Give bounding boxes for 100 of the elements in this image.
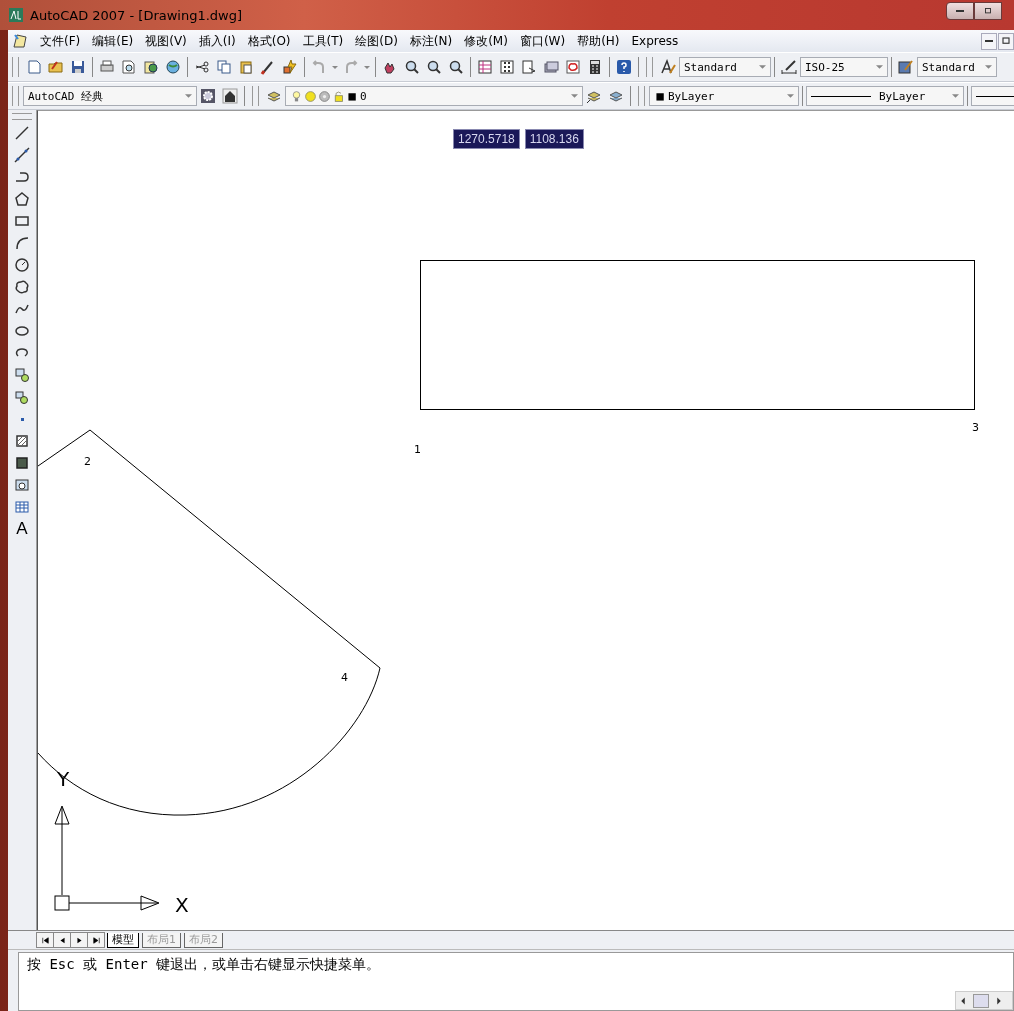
lineweight-sample-line	[976, 95, 1014, 97]
color-dropdown[interactable]: ByLayer	[649, 86, 799, 106]
polyline-icon[interactable]	[14, 169, 30, 185]
dimension-style-icon[interactable]	[781, 59, 797, 75]
shapes-group-icon[interactable]	[14, 389, 30, 405]
toolbar-grip[interactable]	[12, 86, 19, 106]
window-title: AutoCAD 2007 - [Drawing1.dwg]	[30, 7, 243, 23]
caret-icon[interactable]	[952, 94, 959, 98]
globe-page-icon[interactable]	[143, 59, 159, 75]
caret-icon[interactable]	[332, 65, 338, 69]
caret-icon[interactable]	[876, 65, 883, 69]
menu-item[interactable]: 工具(T)	[296, 32, 350, 50]
ellipse-icon[interactable]	[14, 323, 30, 339]
hatch-icon[interactable]	[14, 433, 30, 449]
command-prompt-text: 按 Esc 或 Enter 键退出，或单击右键显示快捷菜单。	[26, 955, 382, 974]
menu-item[interactable]: 标注(N)	[403, 32, 459, 50]
document-restore-button[interactable]	[998, 32, 1014, 50]
point-label: 2	[84, 455, 91, 468]
maximize-button[interactable]	[974, 2, 1002, 20]
zoom-icon[interactable]	[426, 59, 442, 75]
menu-item[interactable]: 视图(V)	[139, 32, 193, 50]
circle-icon[interactable]	[14, 257, 30, 273]
calculator-icon[interactable]	[587, 59, 603, 75]
horizontal-scrollbar[interactable]	[955, 991, 1013, 1010]
help-icon[interactable]	[616, 59, 632, 75]
table-icon[interactable]	[14, 499, 30, 515]
toolbar-grip[interactable]	[646, 57, 653, 77]
globe-icon[interactable]	[165, 59, 181, 75]
workspace-dropdown[interactable]: AutoCAD 经典	[23, 86, 197, 106]
shapes-insert-icon[interactable]	[14, 367, 30, 383]
menu-item[interactable]: 帮助(H)	[571, 32, 626, 50]
zoom-icon[interactable]	[448, 59, 464, 75]
menu-item[interactable]: 格式(O)	[241, 32, 297, 50]
ucs-icon	[54, 805, 160, 911]
minimize-icon	[956, 10, 964, 12]
gear-icon[interactable]	[200, 88, 216, 104]
text-tool-button[interactable]: A	[11, 518, 33, 540]
caret-icon[interactable]	[571, 94, 578, 98]
printer-icon[interactable]	[99, 59, 115, 75]
caret-icon[interactable]	[364, 65, 370, 69]
cloud-page-icon[interactable]	[565, 59, 581, 75]
caret-icon[interactable]	[759, 65, 766, 69]
text-style-icon[interactable]	[660, 59, 676, 75]
stacked-sheets-icon[interactable]	[543, 59, 559, 75]
brush-icon[interactable]	[260, 59, 276, 75]
document-arrow-icon[interactable]	[521, 59, 537, 75]
drawing-sheet-icon[interactable]	[12, 33, 28, 49]
scissors-icon[interactable]	[194, 59, 210, 75]
document-minimize-button[interactable]	[981, 32, 997, 50]
table-style-icon[interactable]	[898, 59, 914, 75]
lineweight-dropdown[interactable]	[971, 86, 1014, 106]
table-style-dropdown[interactable]: Standard	[917, 57, 997, 77]
text-style-dropdown[interactable]: Standard	[679, 57, 771, 77]
toolbar-grip[interactable]	[638, 86, 645, 106]
toolbar-grip[interactable]	[12, 57, 19, 77]
menu-item[interactable]: 绘图(D)	[349, 32, 404, 50]
layout-tab[interactable]: 模型	[107, 932, 139, 948]
caret-icon[interactable]	[787, 94, 794, 98]
minimize-button[interactable]	[946, 2, 974, 20]
folder-icon[interactable]	[48, 59, 64, 75]
arc-icon[interactable]	[14, 235, 30, 251]
zoom-icon[interactable]	[404, 59, 420, 75]
menu-item[interactable]: 修改(M)	[458, 32, 514, 50]
point-label: 3	[972, 421, 979, 434]
bulb-icon[interactable]	[290, 89, 303, 103]
scrollbar-thumb[interactable]	[973, 993, 989, 1008]
region-icon[interactable]	[14, 477, 30, 493]
linetype-sample-line	[811, 95, 871, 97]
dimension-style-dropdown[interactable]: ISO-25	[800, 57, 888, 77]
drawing-canvas[interactable]: 1 2 3 4 X Y 1270.5718 1108.136	[37, 110, 1014, 930]
menu-item[interactable]: 编辑(E)	[86, 32, 140, 50]
minimize-icon	[985, 40, 993, 42]
properties-grid-icon[interactable]	[477, 59, 493, 75]
toolbar-grip[interactable]	[252, 86, 259, 106]
house-icon[interactable]	[222, 88, 238, 104]
construction-line-icon[interactable]	[14, 147, 30, 163]
clipboard-icon[interactable]	[238, 59, 254, 75]
axis-label: Y	[57, 767, 70, 791]
menu-item[interactable]: 文件(F)	[34, 32, 87, 50]
magnifier-page-icon[interactable]	[121, 59, 137, 75]
line-icon[interactable]	[14, 125, 30, 141]
pentagon-icon[interactable]	[14, 191, 30, 207]
last-arrow-icon[interactable]	[90, 934, 102, 946]
gradient-icon[interactable]	[14, 455, 30, 471]
cloud-icon[interactable]	[14, 279, 30, 295]
linetype-dropdown[interactable]: ByLayer	[806, 86, 964, 106]
menu-item[interactable]: 窗口(W)	[513, 32, 572, 50]
caret-icon[interactable]	[185, 94, 192, 98]
first-arrow-icon[interactable]	[39, 934, 51, 946]
caret-icon[interactable]	[985, 65, 992, 69]
menu-item[interactable]: 插入(I)	[192, 32, 242, 50]
copy-icon[interactable]	[216, 59, 232, 75]
layer-dropdown[interactable]: 0	[285, 86, 583, 106]
restore-icon	[1000, 35, 1012, 47]
rectangle-icon[interactable]	[14, 213, 30, 229]
grid-panel-icon[interactable]	[499, 59, 515, 75]
menu-item[interactable]: Express	[625, 34, 685, 48]
toolbar-grip[interactable]	[12, 113, 32, 120]
blank-page-icon[interactable]	[26, 59, 42, 75]
lightning-shapes-icon[interactable]	[282, 59, 298, 75]
